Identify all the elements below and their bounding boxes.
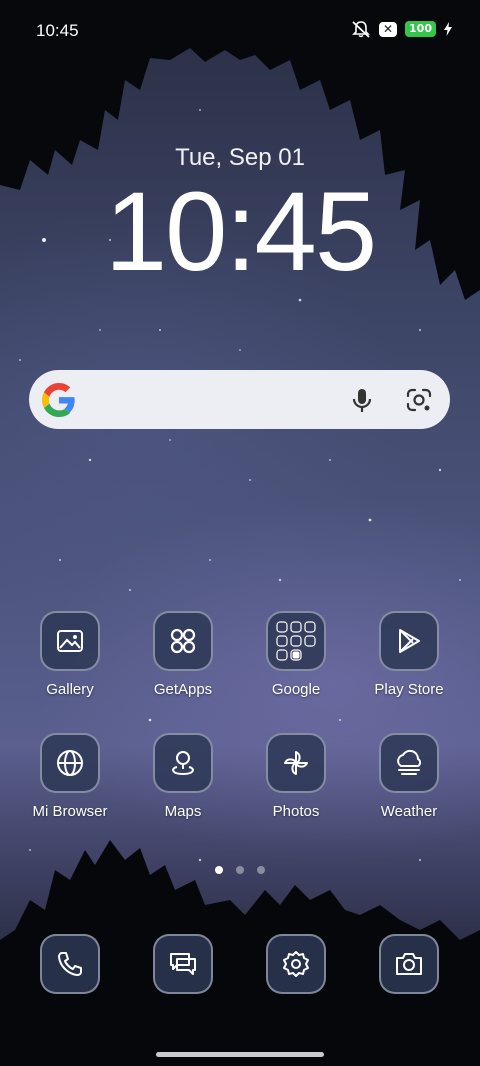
page-indicator	[0, 866, 480, 874]
date-label: Tue, Sep 01	[175, 144, 305, 171]
app-weather[interactable]: Weather	[354, 733, 464, 820]
app-photos[interactable]: Photos	[241, 733, 351, 820]
weather-icon	[379, 733, 439, 793]
status-icons: ✕ 100	[351, 20, 452, 38]
charging-bolt-icon	[444, 22, 452, 36]
app-gallery[interactable]: Gallery	[15, 611, 125, 698]
app-label: Maps	[164, 803, 202, 820]
mic-icon[interactable]	[346, 384, 378, 416]
lens-icon[interactable]	[403, 384, 435, 416]
app-google-folder[interactable]: Google	[241, 611, 351, 698]
pinwheel-icon	[266, 733, 326, 793]
app-mi-browser[interactable]: Mi Browser	[15, 733, 125, 820]
maps-pin-icon	[153, 733, 213, 793]
app-label: GetApps	[153, 681, 213, 698]
mute-icon	[351, 20, 371, 38]
getapps-icon	[153, 611, 213, 671]
google-logo-icon	[42, 383, 76, 417]
page-dot[interactable]	[236, 866, 244, 874]
app-getapps[interactable]: GetApps	[128, 611, 238, 698]
status-time: 10:45	[36, 21, 79, 40]
battery-icon: 100	[405, 21, 436, 37]
sim-x-icon: ✕	[379, 21, 398, 37]
phone-icon	[40, 934, 100, 994]
dock-messages[interactable]	[128, 934, 238, 994]
page-dot[interactable]	[257, 866, 265, 874]
dock-camera[interactable]	[354, 934, 464, 994]
google-search-bar[interactable]	[29, 370, 450, 429]
settings-icon	[266, 934, 326, 994]
messages-icon	[153, 934, 213, 994]
page-dot[interactable]	[215, 866, 223, 874]
home-indicator[interactable]	[156, 1052, 324, 1057]
dock-settings[interactable]	[241, 934, 351, 994]
app-play-store[interactable]: Play Store	[354, 611, 464, 698]
status-bar: 10:45 ✕ 100	[0, 0, 480, 62]
google-folder-icon	[266, 611, 326, 671]
play-store-icon	[379, 611, 439, 671]
globe-icon	[40, 733, 100, 793]
app-label: Photos	[272, 803, 320, 820]
clock-time[interactable]: 10:45	[0, 172, 480, 292]
camera-icon	[379, 934, 439, 994]
app-maps[interactable]: Maps	[128, 733, 238, 820]
app-label: Google	[271, 681, 321, 698]
gallery-icon	[40, 611, 100, 671]
app-label: Weather	[380, 803, 438, 820]
app-label: Play Store	[374, 681, 444, 698]
app-label: Gallery	[46, 681, 94, 698]
app-label: Mi Browser	[32, 803, 108, 820]
dock-phone[interactable]	[15, 934, 125, 994]
